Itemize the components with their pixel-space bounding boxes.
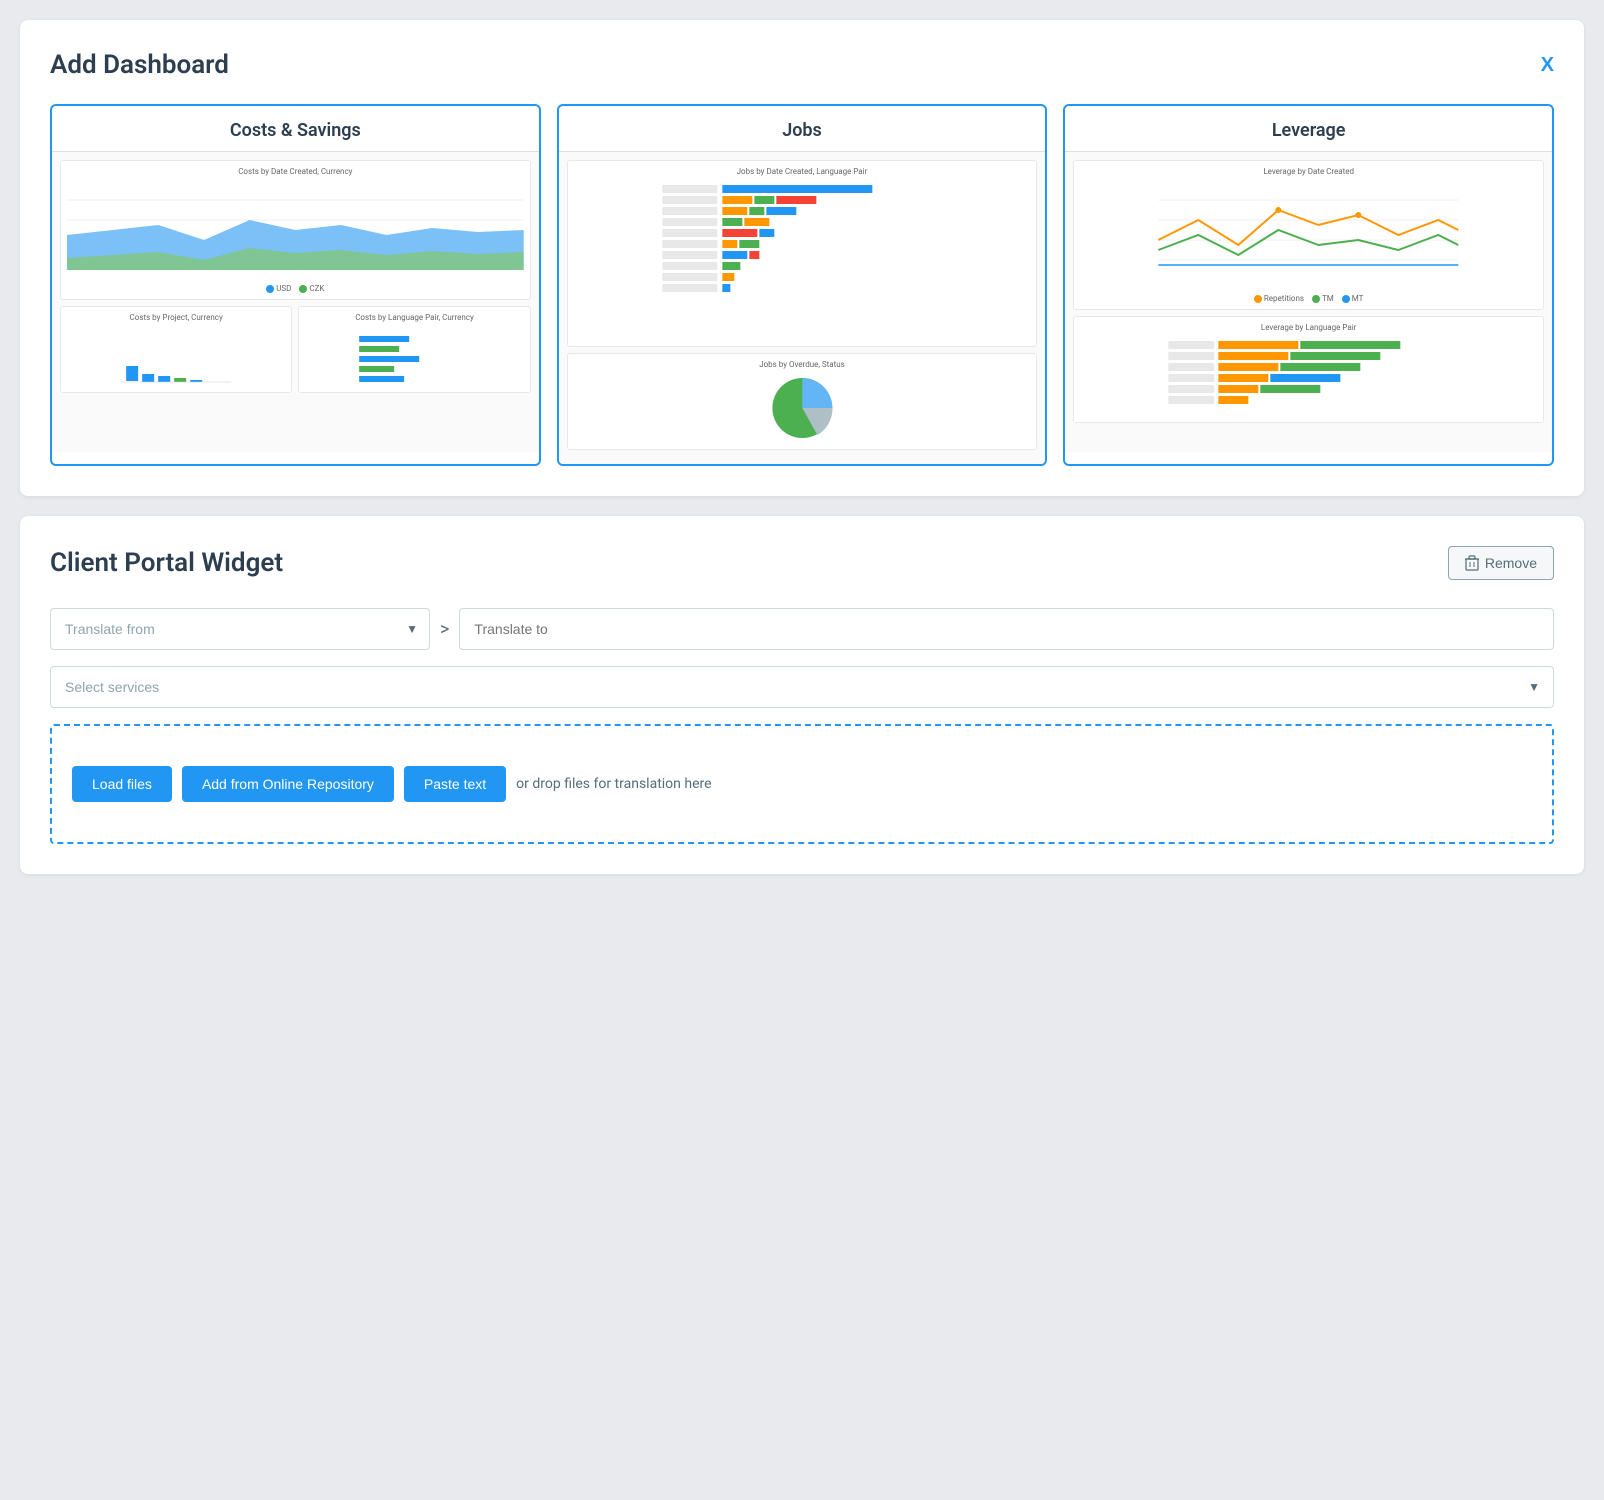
legend-tm: TM — [1312, 294, 1334, 303]
translate-row: Translate from ▼ > — [50, 608, 1554, 650]
jobs-main-label: Jobs by Date Created, Language Pair — [574, 167, 1031, 176]
jobs-body: Jobs by Date Created, Language Pair — [559, 152, 1046, 464]
leverage-title: Leverage — [1065, 106, 1552, 152]
load-files-button[interactable]: Load files — [72, 766, 172, 802]
costs-savings-body: Costs by Date Created, Currency — [52, 152, 539, 452]
drop-text: or drop files for translation here — [516, 776, 711, 792]
leverage-langpair-label: Leverage by Language Pair — [1080, 323, 1537, 332]
legend-czk: CZK — [299, 284, 324, 293]
translate-from-wrapper: Translate from ▼ — [50, 608, 430, 650]
costs-main-label: Costs by Date Created, Currency — [67, 167, 524, 176]
jobs-main-chart: Jobs by Date Created, Language Pair — [567, 160, 1038, 347]
translate-from-select[interactable]: Translate from — [50, 608, 430, 650]
costs-savings-card[interactable]: Costs & Savings Costs by Date Created, C… — [50, 104, 541, 466]
panel-header: Add Dashboard X — [50, 50, 1554, 80]
dashboard-cards: Costs & Savings Costs by Date Created, C… — [50, 104, 1554, 466]
paste-text-button[interactable]: Paste text — [404, 766, 506, 802]
costs-langpair-chart: Costs by Language Pair, Currency — [298, 306, 530, 393]
drop-zone: Load files Add from Online Repository Pa… — [50, 724, 1554, 844]
leverage-main-label: Leverage by Date Created — [1080, 167, 1537, 176]
panel-title: Add Dashboard — [50, 50, 229, 80]
legend-usd: USD — [266, 284, 291, 293]
widget-header: Client Portal Widget Remove — [50, 546, 1554, 580]
costs-savings-title: Costs & Savings — [52, 106, 539, 152]
costs-legend: USD CZK — [67, 284, 524, 293]
leverage-langpair-chart: Leverage by Language Pair — [1073, 316, 1544, 423]
costs-project-chart: Costs by Project, Currency — [60, 306, 292, 393]
leverage-main-chart: Leverage by Date Created — [1073, 160, 1544, 310]
jobs-overdue-chart: Jobs by Overdue, Status — [567, 353, 1038, 450]
legend-mt: MT — [1342, 294, 1364, 303]
widget-panel: Client Portal Widget Remove Translate fr… — [20, 516, 1584, 874]
leverage-body: Leverage by Date Created — [1065, 152, 1552, 452]
trash-icon — [1465, 555, 1479, 571]
jobs-overdue-label: Jobs by Overdue, Status — [574, 360, 1031, 369]
services-select[interactable]: Select services — [50, 666, 1554, 708]
remove-button[interactable]: Remove — [1448, 546, 1554, 580]
remove-label: Remove — [1485, 555, 1537, 571]
legend-repetitions: Repetitions — [1254, 294, 1304, 303]
translate-to-input[interactable] — [459, 608, 1554, 650]
close-button[interactable]: X — [1541, 54, 1554, 77]
services-row: Select services ▼ — [50, 666, 1554, 708]
leverage-card[interactable]: Leverage Leverage by Date Created — [1063, 104, 1554, 466]
leverage-legend: Repetitions TM MT — [1080, 294, 1537, 303]
add-dashboard-panel: Add Dashboard X Costs & Savings Costs by… — [20, 20, 1584, 496]
widget-title: Client Portal Widget — [50, 548, 283, 578]
jobs-title: Jobs — [559, 106, 1046, 152]
costs-main-chart: Costs by Date Created, Currency — [60, 160, 531, 300]
costs-bottom-charts: Costs by Project, Currency Costs by Lang… — [60, 306, 531, 399]
costs-langpair-label: Costs by Language Pair, Currency — [305, 313, 523, 322]
add-from-repo-button[interactable]: Add from Online Repository — [182, 766, 394, 802]
direction-arrow-icon: > — [440, 619, 449, 640]
costs-project-label: Costs by Project, Currency — [67, 313, 285, 322]
jobs-card[interactable]: Jobs Jobs by Date Created, Language Pair — [557, 104, 1048, 466]
